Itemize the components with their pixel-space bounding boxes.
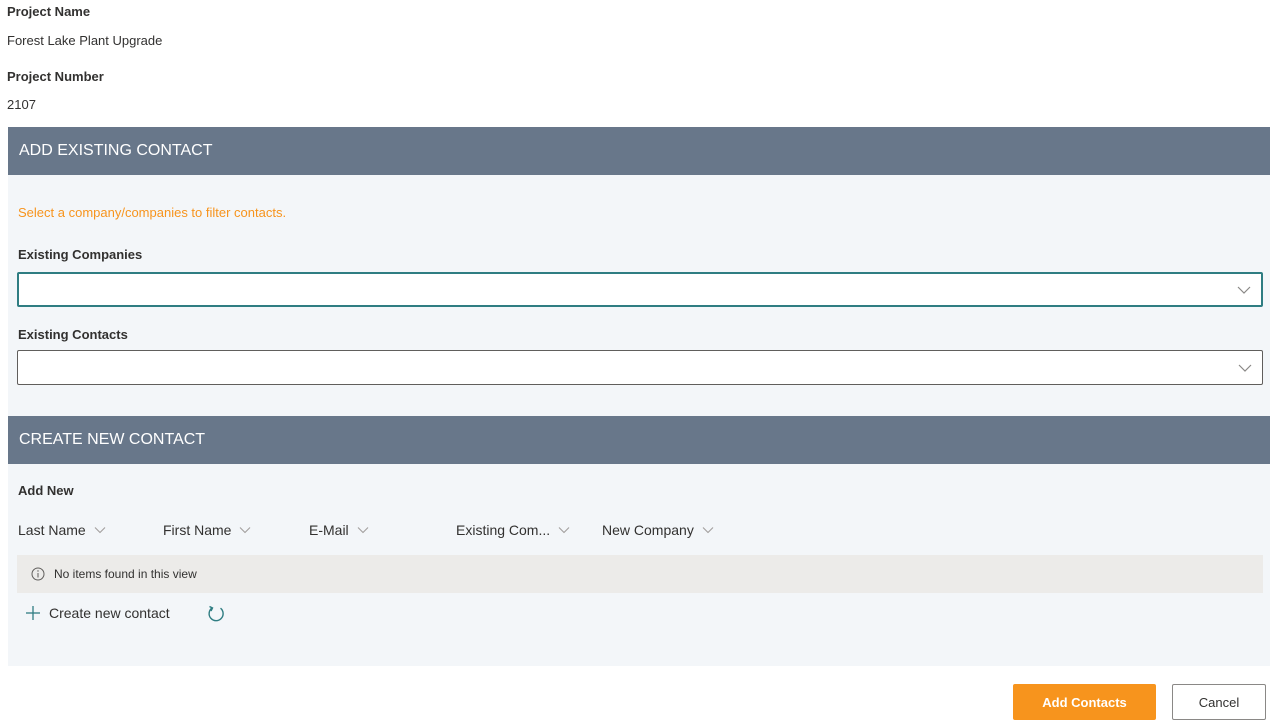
add-contacts-button[interactable]: Add Contacts [1013, 684, 1156, 720]
new-contact-header: CREATE NEW CONTACT [8, 416, 1270, 464]
existing-contact-body: Select a company/companies to filter con… [8, 175, 1270, 416]
existing-companies-dropdown[interactable] [17, 272, 1263, 307]
column-header-last-name[interactable]: Last Name [18, 522, 106, 538]
chevron-down-icon [702, 527, 714, 534]
project-name-label: Project Name [7, 4, 91, 19]
existing-companies-label: Existing Companies [18, 247, 143, 262]
column-headers: Last Name First Name E-Mail Existing Com… [8, 522, 1270, 544]
chevron-down-icon [357, 527, 369, 534]
chevron-down-icon [240, 527, 251, 534]
chevron-down-icon [94, 527, 106, 534]
column-header-first-name[interactable]: First Name [163, 522, 251, 538]
refresh-icon[interactable] [206, 604, 226, 624]
plus-icon [26, 606, 40, 620]
filter-hint: Select a company/companies to filter con… [18, 205, 287, 220]
project-name-value: Forest Lake Plant Upgrade [7, 33, 163, 48]
existing-contact-title: ADD EXISTING CONTACT [19, 142, 213, 159]
existing-contacts-label: Existing Contacts [18, 327, 128, 342]
project-number-value: 2107 [7, 97, 36, 112]
create-new-contact-link[interactable]: Create new contact [25, 605, 170, 621]
column-header-email[interactable]: E-Mail [309, 522, 369, 538]
empty-list-message: No items found in this view [54, 567, 197, 581]
existing-contact-header: ADD EXISTING CONTACT [8, 127, 1270, 175]
project-number-label: Project Number [7, 69, 104, 84]
info-icon [31, 567, 45, 581]
cancel-button[interactable]: Cancel [1172, 684, 1266, 720]
chevron-down-icon [558, 527, 570, 534]
chevron-down-icon [1237, 286, 1251, 294]
add-new-label: Add New [18, 483, 74, 498]
create-new-contact-label: Create new contact [49, 605, 170, 621]
new-contact-title: CREATE NEW CONTACT [19, 431, 206, 448]
new-contact-body: Add New Last Name First Name E-Mail Exis… [8, 464, 1270, 666]
chevron-down-icon [1238, 364, 1252, 372]
column-header-new-company[interactable]: New Company [602, 522, 714, 538]
empty-list-row: No items found in this view [17, 555, 1263, 593]
column-header-existing-company[interactable]: Existing Com... [456, 522, 570, 538]
existing-contacts-dropdown[interactable] [17, 350, 1263, 385]
